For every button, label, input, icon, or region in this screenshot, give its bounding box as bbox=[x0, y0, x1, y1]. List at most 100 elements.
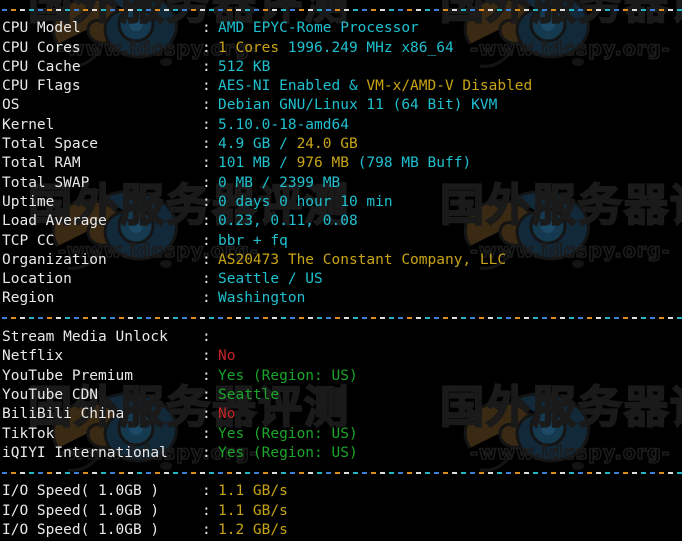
info-row-load-average: Load Average:0.23, 0.11, 0.08 bbox=[2, 212, 682, 231]
info-row-bilibili-china: BiliBili China: No bbox=[2, 405, 682, 424]
row-colon: : bbox=[202, 20, 211, 37]
info-row-organization: Organization: AS20473 The Constant Compan… bbox=[2, 251, 682, 270]
row-value: 512 KB bbox=[218, 58, 270, 77]
row-colon: : bbox=[202, 213, 211, 230]
value-part: Washington bbox=[218, 290, 306, 307]
value-part: Seattle / US bbox=[218, 271, 323, 288]
value-part: (798 MB Buff) bbox=[348, 155, 472, 172]
row-label: I/O Speed( 1.0GB ) bbox=[2, 502, 160, 519]
row-label: Stream Media Unlock bbox=[2, 329, 168, 346]
row-value: 1.1 GB/s bbox=[218, 502, 288, 521]
info-row-region: Region: Washington bbox=[2, 289, 682, 308]
value-part: 1.1 GB/s bbox=[218, 502, 288, 519]
row-value: 101 MB / 976 MB (798 MB Buff) bbox=[218, 154, 471, 173]
row-value: AMD EPYC-Rome Processor bbox=[218, 19, 419, 38]
value-part: 0 MB / 2399 MB bbox=[218, 174, 341, 191]
info-row-cpu-model: CPU Model: AMD EPYC-Rome Processor bbox=[2, 19, 682, 38]
info-row-netflix: Netflix: No bbox=[2, 347, 682, 366]
row-colon: : bbox=[202, 483, 211, 500]
separator-top bbox=[2, 0, 682, 19]
info-row-location: Location: Seattle / US bbox=[2, 270, 682, 289]
row-colon: : bbox=[202, 444, 211, 461]
row-label: CPU Flags bbox=[2, 78, 81, 95]
value-part: Seattle bbox=[218, 386, 280, 403]
value-part: AMD EPYC-Rome Processor bbox=[218, 20, 419, 37]
row-label: Organization bbox=[2, 251, 107, 268]
value-part: No bbox=[218, 406, 236, 423]
info-row-os: OS: Debian GNU/Linux 11 (64 Bit) KVM bbox=[2, 96, 682, 115]
row-label: CPU Cache bbox=[2, 58, 81, 75]
row-colon: : bbox=[202, 367, 211, 384]
row-value: bbr + fq bbox=[218, 232, 288, 251]
row-colon: : bbox=[202, 174, 211, 191]
row-label: Netflix bbox=[2, 348, 64, 365]
value-part: 1996.249 MHz x86_64 bbox=[279, 39, 454, 56]
row-colon: : bbox=[202, 271, 211, 288]
separator-top-line bbox=[2, 8, 682, 11]
info-row-i-o-speed-1-0gb: I/O Speed( 1.0GB ):1.2 GB/s bbox=[2, 521, 682, 540]
value-part: Yes (Region: US) bbox=[218, 367, 358, 384]
info-row-uptime: Uptime:0 days 0 hour 10 min bbox=[2, 193, 682, 212]
info-row-youtube-cdn: YouTube CDN: Seattle bbox=[2, 386, 682, 405]
row-label: Total RAM bbox=[2, 155, 81, 172]
row-colon: : bbox=[202, 425, 211, 442]
value-part: AS20473 The Constant Company, LLC bbox=[218, 251, 507, 268]
row-colon: : bbox=[202, 502, 211, 519]
info-row-i-o-speed-1-0gb: I/O Speed( 1.0GB ):1.1 GB/s bbox=[2, 502, 682, 521]
row-label: CPU Model bbox=[2, 20, 81, 37]
row-value: Seattle bbox=[218, 386, 279, 405]
row-label: iQIYI International bbox=[2, 444, 168, 461]
info-row-cpu-cache: CPU Cache:512 KB bbox=[2, 58, 682, 77]
info-row-youtube-premium: YouTube Premium: Yes (Region: US) bbox=[2, 367, 682, 386]
row-value: AS20473 The Constant Company, LLC bbox=[218, 251, 506, 270]
row-colon: : bbox=[202, 386, 211, 403]
row-label: YouTube CDN bbox=[2, 386, 99, 403]
value-part: 5.10.0-18-amd64 bbox=[218, 116, 349, 133]
row-value: 0.23, 0.11, 0.08 bbox=[218, 212, 358, 231]
value-part: 4.9 GB / bbox=[218, 136, 297, 153]
system-info-section: CPU Model: AMD EPYC-Rome Processor CPU Cor… bbox=[2, 19, 682, 308]
row-label: Location bbox=[2, 271, 72, 288]
row-value: Washington bbox=[218, 289, 305, 308]
info-row-total-space: Total Space:4.9 GB / 24.0 GB bbox=[2, 135, 682, 154]
value-part: bbr + fq bbox=[218, 232, 288, 249]
row-colon: : bbox=[202, 232, 211, 249]
stream-media-section: Stream Media Unlock: Netflix: No YouTube Pr… bbox=[2, 328, 682, 463]
row-value: Yes (Region: US) bbox=[218, 367, 358, 386]
info-row-cpu-cores: CPU Cores:1 Cores 1996.249 MHz x86_64 bbox=[2, 39, 682, 58]
value-part: Yes (Region: US) bbox=[218, 425, 358, 442]
row-label: I/O Speed( 1.0GB ) bbox=[2, 522, 160, 539]
value-part: 1 Cores bbox=[218, 39, 280, 56]
row-value: 1.2 GB/s bbox=[218, 521, 288, 540]
separator-bottom-line bbox=[2, 471, 682, 474]
value-part: 1.2 GB/s bbox=[218, 522, 288, 539]
info-row-total-ram: Total RAM:101 MB / 976 MB (798 MB Buff) bbox=[2, 154, 682, 173]
info-row-kernel: Kernel:5.10.0-18-amd64 bbox=[2, 116, 682, 135]
value-part: Debian GNU/Linux 11 (64 Bit) KVM bbox=[218, 97, 498, 114]
value-part: Yes (Region: US) bbox=[218, 444, 358, 461]
row-colon: : bbox=[202, 290, 211, 307]
value-part: VM-x/AMD-V Disabled bbox=[366, 78, 533, 95]
row-colon: : bbox=[202, 348, 211, 365]
row-label: Kernel bbox=[2, 116, 55, 133]
row-label: YouTube Premium bbox=[2, 367, 133, 384]
row-colon: : bbox=[202, 193, 211, 210]
row-colon: : bbox=[202, 78, 211, 95]
row-value: Debian GNU/Linux 11 (64 Bit) KVM bbox=[218, 96, 497, 115]
io-speed-section: I/O Speed( 1.0GB ):1.1 GB/s I/O Speed( 1.… bbox=[2, 482, 682, 541]
row-label: Load Average bbox=[2, 213, 107, 230]
value-part: No bbox=[218, 348, 236, 365]
separator-middle-line bbox=[2, 317, 682, 320]
row-value: 0 MB / 2399 MB bbox=[218, 174, 340, 193]
separator-middle bbox=[2, 309, 682, 328]
row-value: 1 Cores 1996.249 MHz x86_64 bbox=[218, 39, 454, 58]
row-value: 1.1 GB/s bbox=[218, 482, 288, 501]
row-colon: : bbox=[202, 155, 211, 172]
row-colon: : bbox=[202, 329, 211, 346]
row-value: Seattle / US bbox=[218, 270, 323, 289]
row-label: OS bbox=[2, 97, 20, 114]
row-value: 0 days 0 hour 10 min bbox=[218, 193, 393, 212]
row-colon: : bbox=[202, 136, 211, 153]
row-colon: : bbox=[202, 251, 211, 268]
row-label: BiliBili China bbox=[2, 406, 125, 423]
